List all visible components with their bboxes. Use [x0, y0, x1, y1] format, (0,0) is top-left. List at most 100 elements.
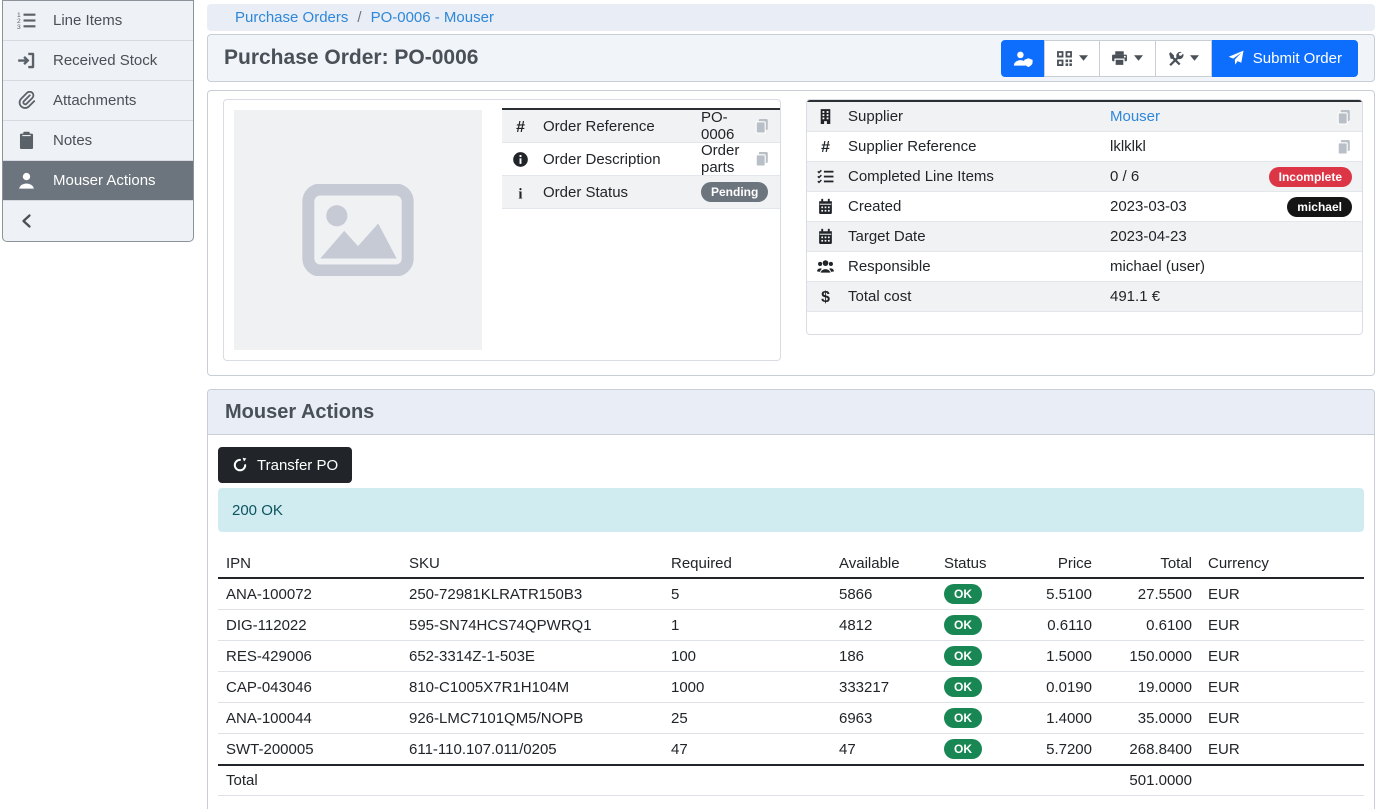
sidebar-item-notes[interactable]: Notes: [3, 121, 193, 161]
order-details-table: #Order ReferencePO-0006Order Description…: [502, 108, 780, 209]
copy-icon[interactable]: [754, 118, 770, 134]
detail-row: [807, 312, 1362, 334]
ok-status-badge: OK: [944, 739, 982, 759]
copy-icon[interactable]: [1336, 139, 1352, 155]
column-header-status: Status: [936, 550, 1001, 578]
detail-label: Supplier: [848, 108, 1110, 125]
breadcrumb-link-purchase-orders[interactable]: Purchase Orders: [235, 9, 348, 26]
header-actions: Submit Order: [1001, 40, 1358, 77]
column-header-total: Total: [1100, 550, 1200, 578]
transfer-po-button[interactable]: Transfer PO: [218, 447, 352, 483]
submit-order-label: Submit Order: [1253, 50, 1342, 67]
status-badge: Incomplete: [1269, 167, 1352, 187]
table-row: DIG-112022595-SN74HCS74QPWRQ114812OK0.61…: [218, 610, 1364, 641]
sidebar-item-label: Notes: [53, 132, 92, 149]
ok-status-badge: OK: [944, 584, 982, 604]
supplier-details-table: SupplierMouser#Supplier Referencelklklkl…: [807, 100, 1362, 334]
barcode-actions-button[interactable]: [1044, 40, 1100, 77]
order-image-placeholder[interactable]: [234, 110, 482, 350]
svg-text:i: i: [518, 186, 522, 201]
status-badge: michael: [1287, 197, 1352, 217]
caret-down-icon: [1079, 55, 1088, 61]
detail-label: Order Reference: [543, 118, 701, 135]
hashtag-icon: #: [512, 118, 529, 135]
svg-text:#: #: [516, 118, 525, 134]
cell-price: 0.0190: [1001, 672, 1100, 703]
cell-price: 5.7200: [1001, 734, 1100, 766]
sidebar-item-label: Mouser Actions: [53, 172, 156, 189]
cell-status: OK: [936, 703, 1001, 734]
sidebar-item-received-stock[interactable]: Received Stock: [3, 41, 193, 81]
detail-value: PO-0006: [701, 109, 746, 143]
sidebar-collapse-button[interactable]: [3, 201, 193, 241]
detail-row-created: Created2023-03-03michael: [807, 192, 1362, 222]
cell-price: 0.6110: [1001, 610, 1100, 641]
mouser-actions-panel: Mouser Actions Transfer PO 200 OK IPNSKU…: [207, 389, 1375, 809]
breadcrumb-link-current-order[interactable]: PO-0006 - Mouser: [371, 9, 494, 26]
hashtag-icon: #: [817, 138, 834, 155]
status-alert: 200 OK: [218, 488, 1364, 532]
cell-available: 333217: [831, 672, 936, 703]
order-options-button[interactable]: [1156, 40, 1212, 77]
supplier-details-card: SupplierMouser#Supplier Referencelklklkl…: [806, 99, 1363, 335]
sidebar-nav: 123Line ItemsReceived StockAttachments No…: [3, 1, 193, 201]
line-items-table-head: IPNSKURequiredAvailableStatusPriceTotalC…: [218, 550, 1364, 578]
ok-status-badge: OK: [944, 646, 982, 666]
status-alert-message: 200 OK: [232, 502, 283, 519]
caret-down-icon: [1190, 55, 1199, 61]
sidebar-item-mouser-actions[interactable]: Mouser Actions: [3, 161, 193, 201]
detail-value: 491.1 €: [1110, 288, 1352, 305]
cell-required: 5: [663, 578, 831, 610]
cell-currency: EUR: [1200, 610, 1364, 641]
detail-label: Responsible: [848, 258, 1110, 275]
empty-cell: [1001, 765, 1100, 796]
cell-available: 6963: [831, 703, 936, 734]
cell-required: 100: [663, 641, 831, 672]
cell-price: 1.5000: [1001, 641, 1100, 672]
detail-value: 2023-04-23: [1110, 228, 1352, 245]
cell-total: 35.0000: [1100, 703, 1200, 734]
breadcrumb-separator: /: [357, 9, 361, 26]
ok-status-badge: OK: [944, 677, 982, 697]
cell-status: OK: [936, 578, 1001, 610]
cell-status: OK: [936, 641, 1001, 672]
detail-row-total-cost: $Total cost491.1 €: [807, 282, 1362, 312]
detail-value[interactable]: Mouser: [1110, 108, 1328, 125]
paper-plane-icon: [1228, 50, 1244, 66]
detail-label: Created: [848, 198, 1110, 215]
copy-icon[interactable]: [1336, 109, 1352, 125]
column-header-ipn: IPN: [218, 550, 401, 578]
column-header-available: Available: [831, 550, 936, 578]
caret-down-icon: [1134, 55, 1143, 61]
admin-button[interactable]: [1001, 40, 1044, 77]
printer-icon: [1111, 50, 1128, 67]
detail-label: Completed Line Items: [848, 168, 1110, 185]
cell-sku: 652-3314Z-1-503E: [401, 641, 663, 672]
image-placeholder-icon: [302, 184, 414, 276]
mouser-actions-header: Mouser Actions: [208, 390, 1374, 435]
copy-icon[interactable]: [754, 151, 770, 167]
cell-status: OK: [936, 734, 1001, 766]
dollar-icon: $: [817, 288, 834, 305]
svg-text:#: #: [821, 139, 830, 155]
sidebar-item-line-items[interactable]: 123Line Items: [3, 1, 193, 41]
ok-status-badge: OK: [944, 708, 982, 728]
print-actions-button[interactable]: [1100, 40, 1156, 77]
cell-sku: 926-LMC7101QM5/NOPB: [401, 703, 663, 734]
table-row: CAP-043046810-C1005X7R1H104M1000333217OK…: [218, 672, 1364, 703]
qrcode-icon: [1056, 50, 1073, 67]
cell-required: 25: [663, 703, 831, 734]
cell-sku: 810-C1005X7R1H104M: [401, 672, 663, 703]
column-header-currency: Currency: [1200, 550, 1364, 578]
submit-order-button[interactable]: Submit Order: [1212, 40, 1358, 77]
mouser-actions-title: Mouser Actions: [225, 401, 374, 424]
cell-currency: EUR: [1200, 703, 1364, 734]
sidebar-item-attachments[interactable]: Attachments: [3, 81, 193, 121]
cell-sku: 595-SN74HCS74QPWRQ1: [401, 610, 663, 641]
table-row: RES-429006652-3314Z-1-503E100186OK1.5000…: [218, 641, 1364, 672]
cell-total: 150.0000: [1100, 641, 1200, 672]
line-items-table: IPNSKURequiredAvailableStatusPriceTotalC…: [218, 550, 1364, 796]
cell-total: 0.6100: [1100, 610, 1200, 641]
cell-total: 268.8400: [1100, 734, 1200, 766]
cell-available: 47: [831, 734, 936, 766]
